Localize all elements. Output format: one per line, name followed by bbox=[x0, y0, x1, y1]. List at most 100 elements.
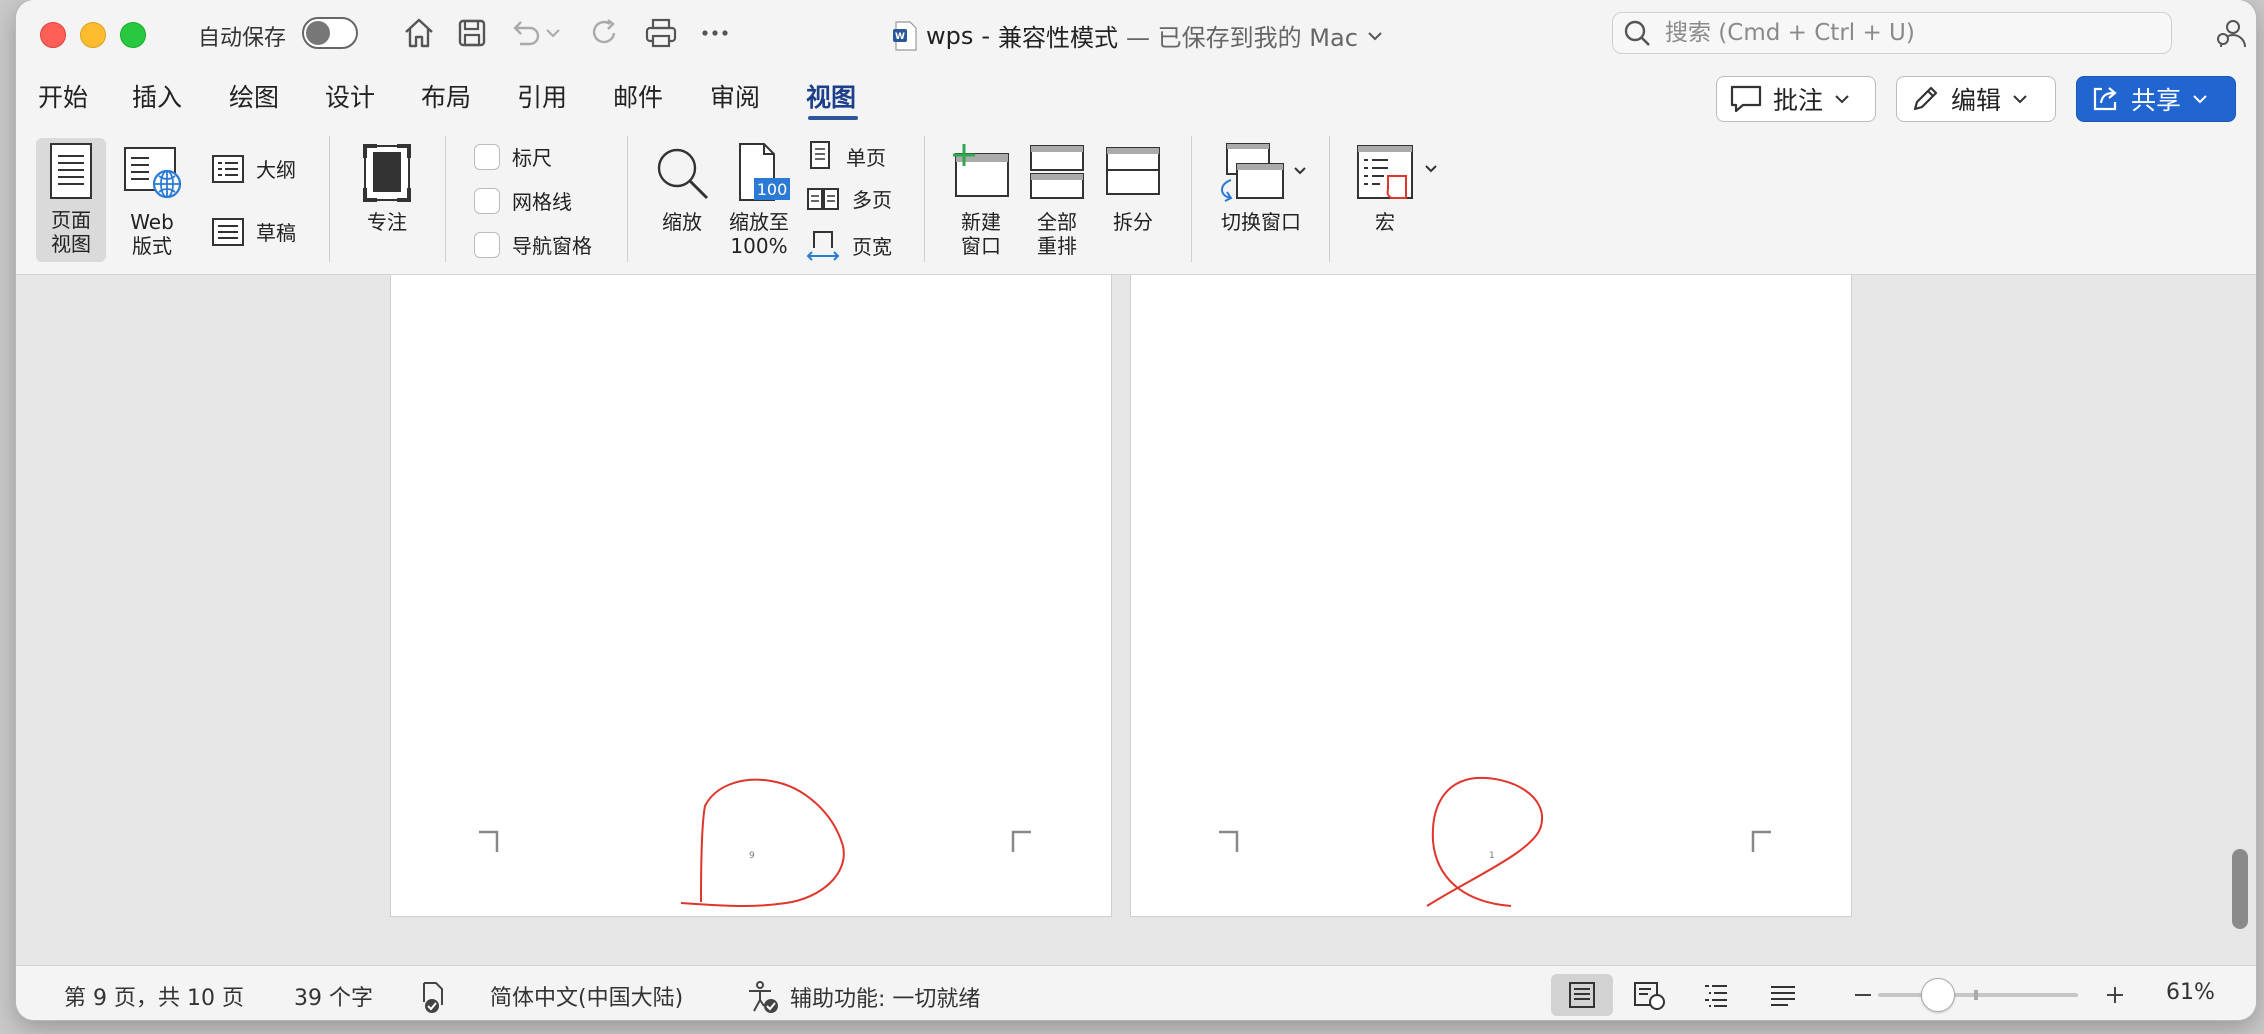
search-box[interactable] bbox=[1612, 12, 2172, 54]
split-icon bbox=[1106, 147, 1160, 195]
title-separator: - bbox=[981, 21, 991, 50]
macros-label: 宏 bbox=[1375, 210, 1395, 234]
share-button[interactable]: 共享 bbox=[2076, 76, 2236, 122]
search-input[interactable] bbox=[1663, 19, 2147, 47]
split-label: 拆分 bbox=[1113, 210, 1153, 234]
zoom-button[interactable]: 缩放 bbox=[646, 140, 718, 234]
switch-windows-button[interactable]: 切换窗口 bbox=[1206, 140, 1316, 234]
page-view-label: 页面 视图 bbox=[51, 208, 91, 256]
ribbon-divider bbox=[1329, 136, 1330, 262]
focus-button[interactable]: 专注 bbox=[350, 140, 424, 234]
page-width-button[interactable]: 页宽 bbox=[806, 228, 892, 262]
chevron-down-icon bbox=[2193, 95, 2207, 104]
new-window-button[interactable]: 新建 窗口 bbox=[942, 140, 1020, 258]
status-page-view-button[interactable] bbox=[1551, 974, 1613, 1016]
accessibility-label: 辅助功能: 一切就绪 bbox=[790, 987, 981, 1012]
editing-button[interactable]: 编辑 bbox=[1896, 76, 2056, 122]
tab-mailings[interactable]: 邮件 bbox=[613, 78, 663, 114]
status-outline-button[interactable] bbox=[1685, 974, 1747, 1016]
tab-draw[interactable]: 绘图 bbox=[229, 78, 279, 114]
page-count-status[interactable]: 第 9 页，共 10 页 bbox=[64, 980, 244, 1012]
web-layout-icon bbox=[1634, 982, 1665, 1010]
autosave-label: 自动保存 bbox=[198, 26, 287, 51]
undo-dropdown-icon[interactable] bbox=[542, 14, 564, 52]
tab-references[interactable]: 引用 bbox=[517, 78, 567, 114]
focus-label: 专注 bbox=[367, 210, 407, 234]
nav-pane-check-box[interactable] bbox=[474, 231, 500, 258]
page-number: 1 bbox=[1489, 851, 1495, 861]
home-icon[interactable] bbox=[400, 14, 438, 52]
ruler-check-box[interactable] bbox=[474, 143, 500, 170]
one-page-button[interactable]: 单页 bbox=[806, 140, 886, 172]
vertical-scrollbar-thumb[interactable] bbox=[2232, 849, 2248, 929]
chevron-down-icon bbox=[1835, 95, 1849, 104]
status-draft-button[interactable] bbox=[1752, 974, 1814, 1016]
tab-view[interactable]: 视图 bbox=[806, 78, 856, 114]
outline-button[interactable]: 大纲 bbox=[212, 154, 296, 183]
print-icon[interactable] bbox=[642, 14, 680, 52]
document-canvas[interactable]: 9 1 bbox=[16, 275, 2256, 965]
zoom-100-button[interactable]: 100 缩放至 100% bbox=[722, 140, 796, 258]
share-icon bbox=[2093, 87, 2117, 111]
gridlines-label: 网格线 bbox=[512, 190, 572, 214]
page-view-icon bbox=[50, 143, 92, 199]
zoom-percentage[interactable]: 61% bbox=[2166, 980, 2215, 1005]
close-window-button[interactable] bbox=[40, 22, 66, 48]
status-bar: 第 9 页，共 10 页 39 个字 简体中文(中国大陆) 辅助功能: 一切就绪 bbox=[16, 965, 2256, 1020]
zoom-slider-track[interactable] bbox=[1878, 990, 2078, 1000]
zoom-label: 缩放 bbox=[662, 210, 702, 234]
minimize-window-button[interactable] bbox=[80, 22, 106, 48]
proofing-status[interactable] bbox=[416, 980, 450, 1014]
tab-layout[interactable]: 布局 bbox=[421, 78, 471, 114]
switch-windows-label: 切换窗口 bbox=[1221, 210, 1301, 234]
zoom-out-icon[interactable] bbox=[1852, 984, 1874, 1006]
share-people-icon[interactable] bbox=[2212, 14, 2250, 52]
zoom-in-icon[interactable] bbox=[2104, 984, 2126, 1006]
save-icon[interactable] bbox=[453, 14, 491, 52]
document-title[interactable]: W wps - 兼容性模式 — 已保存到我的 Mac bbox=[892, 18, 1384, 53]
zoom-slider-thumb[interactable] bbox=[1921, 978, 1955, 1012]
gridlines-checkbox[interactable]: 网格线 bbox=[474, 186, 572, 215]
language-status[interactable]: 简体中文(中国大陆) bbox=[490, 980, 683, 1012]
switch-windows-icon bbox=[1221, 143, 1306, 202]
editing-label: 编辑 bbox=[1951, 86, 2002, 115]
gridlines-check-box[interactable] bbox=[474, 187, 500, 214]
ruler-checkbox[interactable]: 标尺 bbox=[474, 142, 552, 171]
tab-home[interactable]: 开始 bbox=[38, 78, 88, 114]
status-web-layout-button[interactable] bbox=[1618, 974, 1680, 1016]
page-view-button[interactable]: 页面 视图 bbox=[36, 138, 106, 262]
word-count-status[interactable]: 39 个字 bbox=[294, 980, 373, 1012]
redo-icon[interactable] bbox=[586, 14, 624, 52]
multiple-pages-button[interactable]: 多页 bbox=[806, 184, 892, 213]
accessibility-icon bbox=[749, 981, 778, 1013]
outline-icon bbox=[212, 154, 244, 183]
autosave-toggle[interactable] bbox=[302, 17, 358, 49]
split-button[interactable]: 拆分 bbox=[1094, 140, 1172, 234]
comments-label: 批注 bbox=[1773, 86, 1824, 115]
page-width-icon bbox=[806, 231, 840, 261]
page-width-label: 页宽 bbox=[852, 234, 892, 259]
draft-label: 草稿 bbox=[256, 221, 296, 245]
arrange-all-label: 全部 重排 bbox=[1037, 210, 1077, 258]
nav-pane-checkbox[interactable]: 导航窗格 bbox=[474, 230, 592, 259]
arrange-all-button[interactable]: 全部 重排 bbox=[1018, 140, 1096, 258]
nav-pane-label: 导航窗格 bbox=[512, 234, 592, 258]
maximize-window-button[interactable] bbox=[120, 22, 146, 48]
tab-design[interactable]: 设计 bbox=[325, 78, 375, 114]
more-icon[interactable] bbox=[696, 14, 734, 52]
title-bar: 自动保存 W wps - 兼容性模式 — 已保存到我的 Mac 搜索 (Cmd … bbox=[16, 0, 2256, 66]
accessibility-status[interactable]: 辅助功能: 一切就绪 bbox=[746, 980, 980, 1014]
ribbon-divider bbox=[924, 136, 925, 262]
undo-icon[interactable] bbox=[506, 14, 544, 52]
tab-review[interactable]: 审阅 bbox=[710, 78, 760, 114]
document-page[interactable]: 1 bbox=[1130, 275, 1852, 917]
tab-insert[interactable]: 插入 bbox=[132, 78, 182, 114]
svg-text:W: W bbox=[895, 32, 905, 42]
macros-button[interactable]: 宏 bbox=[1348, 140, 1444, 234]
document-page[interactable]: 9 bbox=[390, 275, 1112, 917]
comments-button[interactable]: 批注 bbox=[1716, 76, 1876, 122]
zoom-100-icon: 100 bbox=[739, 143, 790, 201]
web-layout-button[interactable]: Web 版式 bbox=[114, 140, 190, 258]
multiple-pages-icon bbox=[807, 187, 839, 210]
draft-button[interactable]: 草稿 bbox=[212, 217, 296, 246]
